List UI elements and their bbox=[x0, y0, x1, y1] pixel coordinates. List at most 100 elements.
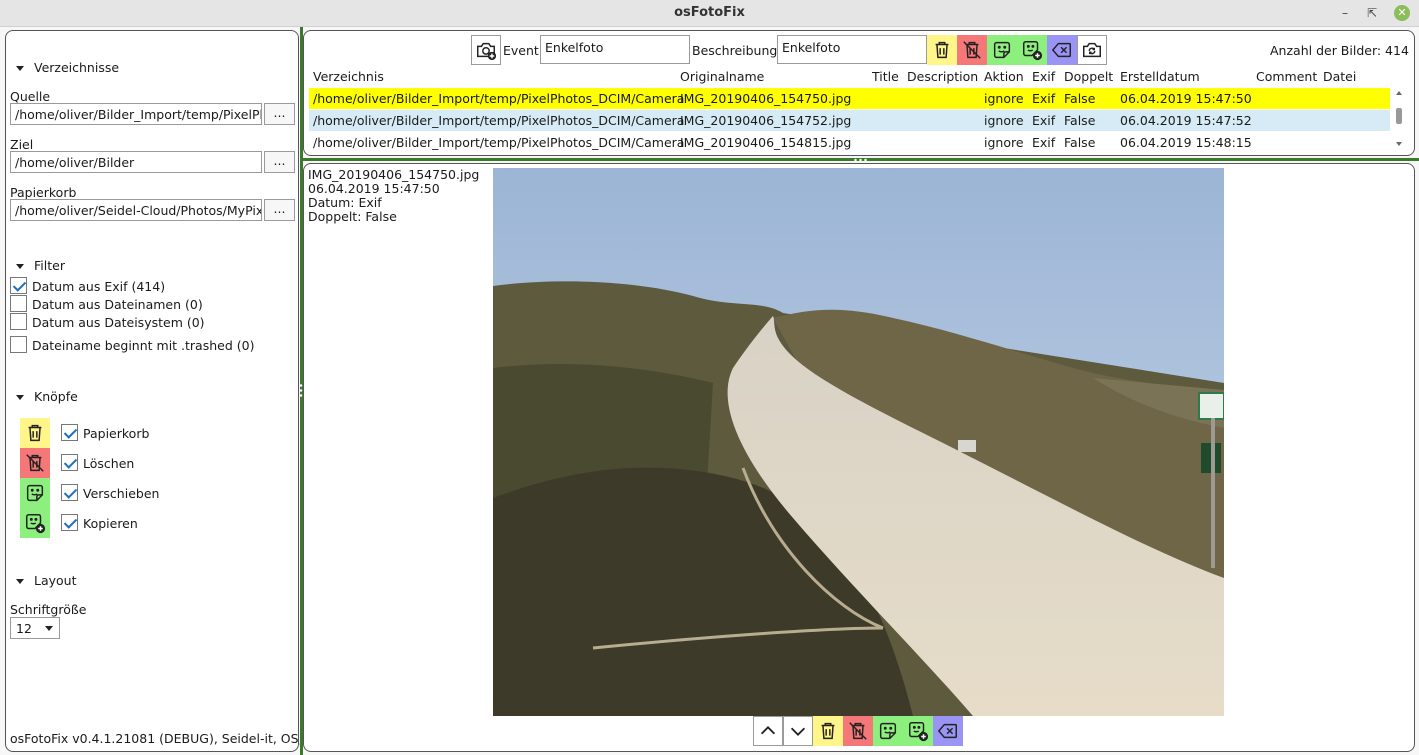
event-label: Event bbox=[503, 43, 539, 58]
filter-heading[interactable]: Filter bbox=[16, 258, 65, 273]
image-count: Anzahl der Bilder: 414 bbox=[1270, 43, 1409, 58]
move-button[interactable] bbox=[873, 716, 903, 746]
filter-filesystem-checkbox[interactable] bbox=[10, 313, 27, 330]
photo-preview bbox=[493, 168, 1224, 716]
copy-button[interactable] bbox=[1017, 35, 1047, 65]
preview-duplicate: Doppelt: False bbox=[308, 209, 397, 224]
cell-date: 06.04.2019 15:47:50 bbox=[1120, 91, 1252, 106]
button-copy-label: Kopieren bbox=[83, 516, 138, 531]
column-header[interactable]: Aktion bbox=[984, 69, 1024, 85]
trash-label: Papierkorb bbox=[10, 185, 77, 200]
cell-directory: /home/oliver/Bilder_Import/temp/PixelPho… bbox=[313, 135, 685, 150]
table-row[interactable]: /home/oliver/Bilder_Import/temp/PixelPho… bbox=[309, 132, 1390, 153]
target-browse-button[interactable]: ... bbox=[264, 151, 295, 173]
buttons-heading[interactable]: Knöpfe bbox=[16, 389, 78, 404]
filter-exif-checkbox[interactable] bbox=[10, 277, 27, 294]
trash-icon bbox=[935, 41, 949, 59]
column-header[interactable]: Doppelt bbox=[1064, 69, 1113, 85]
cell-duplicate: False bbox=[1064, 135, 1096, 150]
filter-exif-label: Datum aus Exif (414) bbox=[32, 279, 166, 294]
cell-directory: /home/oliver/Bilder_Import/temp/PixelPho… bbox=[313, 113, 685, 128]
backspace-icon bbox=[1051, 42, 1071, 58]
cell-exif: Exif bbox=[1032, 91, 1056, 106]
move-button[interactable] bbox=[987, 35, 1017, 65]
cell-duplicate: False bbox=[1064, 113, 1096, 128]
backspace-icon bbox=[937, 723, 957, 739]
table-row[interactable]: /home/oliver/Bilder_Import/temp/PixelPho… bbox=[309, 88, 1390, 109]
column-header[interactable]: Description bbox=[907, 69, 978, 85]
cell-filename: IMG_20190406_154752.jpg bbox=[680, 113, 852, 128]
column-header[interactable]: Datei bbox=[1323, 69, 1356, 85]
refresh-button[interactable] bbox=[1077, 35, 1107, 65]
column-header[interactable]: Exif bbox=[1032, 69, 1055, 85]
delete-icon bbox=[849, 722, 867, 740]
cell-directory: /home/oliver/Bilder_Import/temp/PixelPho… bbox=[313, 91, 685, 106]
preview-filename: IMG_20190406_154750.jpg bbox=[308, 167, 480, 182]
cell-exif: Exif bbox=[1032, 135, 1056, 150]
directories-heading[interactable]: Verzeichnisse bbox=[16, 60, 119, 75]
copy-icon bbox=[909, 722, 929, 742]
cell-action: ignore bbox=[984, 113, 1024, 128]
filter-filename-label: Datum aus Dateinamen (0) bbox=[32, 297, 203, 312]
trash-field[interactable]: /home/oliver/Seidel-Cloud/Photos/MyPixe bbox=[10, 199, 262, 221]
cell-filename: IMG_20190406_154815.jpg bbox=[680, 135, 852, 150]
button-move-checkbox[interactable] bbox=[61, 484, 78, 501]
button-trash-checkbox[interactable] bbox=[61, 424, 78, 441]
description-input[interactable]: Enkelfoto bbox=[777, 35, 927, 64]
close-icon[interactable]: ✕ bbox=[1394, 5, 1410, 21]
scroll-up-icon[interactable] bbox=[1396, 91, 1402, 95]
column-header[interactable]: Title bbox=[872, 69, 899, 85]
table-row[interactable]: /home/oliver/Bilder_Import/temp/PixelPho… bbox=[309, 110, 1390, 131]
column-header[interactable]: Originalname bbox=[680, 69, 764, 85]
trash-icon bbox=[20, 418, 50, 448]
cell-action: ignore bbox=[984, 91, 1024, 106]
scroll-thumb[interactable] bbox=[1396, 108, 1402, 124]
source-browse-button[interactable]: ... bbox=[264, 103, 295, 125]
preview-date-source: Datum: Exif bbox=[308, 195, 382, 210]
button-move-label: Verschieben bbox=[83, 486, 160, 501]
column-header[interactable]: Comment bbox=[1256, 69, 1317, 85]
title-bar: osFotoFix – ⇱ ✕ bbox=[0, 0, 1419, 27]
previous-button[interactable] bbox=[753, 716, 783, 746]
target-field[interactable]: /home/oliver/Bilder bbox=[10, 151, 262, 173]
event-input[interactable]: Enkelfoto bbox=[540, 35, 690, 64]
layout-heading[interactable]: Layout bbox=[16, 573, 77, 588]
trash-button[interactable] bbox=[927, 35, 957, 65]
scroll-down-icon[interactable] bbox=[1396, 142, 1402, 146]
column-header[interactable]: Erstelldatum bbox=[1120, 69, 1200, 85]
fontsize-select[interactable]: 12 bbox=[10, 617, 60, 639]
table-scrollbar[interactable] bbox=[1393, 91, 1405, 153]
cell-action: ignore bbox=[984, 135, 1024, 150]
button-delete-checkbox[interactable] bbox=[61, 454, 78, 471]
delete-button[interactable] bbox=[843, 716, 873, 746]
splitter-handle-h[interactable] bbox=[853, 158, 869, 162]
button-copy-checkbox[interactable] bbox=[61, 514, 78, 531]
trash-icon bbox=[821, 722, 835, 740]
target-label: Ziel bbox=[10, 137, 34, 152]
delete-icon bbox=[20, 448, 50, 478]
cell-date: 06.04.2019 15:47:52 bbox=[1120, 113, 1252, 128]
filter-filename-checkbox[interactable] bbox=[10, 295, 27, 312]
delete-button[interactable] bbox=[957, 35, 987, 65]
move-icon bbox=[993, 41, 1011, 59]
filter-trashed-checkbox[interactable] bbox=[10, 336, 27, 353]
copy-icon bbox=[20, 508, 50, 538]
fontsize-label: Schriftgröße bbox=[10, 602, 87, 617]
trash-button[interactable] bbox=[813, 716, 843, 746]
add-event-button[interactable] bbox=[471, 35, 501, 65]
window-title: osFotoFix bbox=[674, 5, 745, 20]
move-icon bbox=[20, 478, 50, 508]
minimize-icon[interactable]: – bbox=[1337, 5, 1353, 21]
button-trash-label: Papierkorb bbox=[83, 426, 150, 441]
source-label: Quelle bbox=[10, 89, 51, 104]
cell-date: 06.04.2019 15:48:15 bbox=[1120, 135, 1252, 150]
column-header[interactable]: Verzeichnis bbox=[313, 69, 384, 85]
trash-browse-button[interactable]: ... bbox=[264, 199, 295, 221]
clear-button[interactable] bbox=[1047, 35, 1077, 65]
next-button[interactable] bbox=[783, 716, 813, 746]
restore-icon[interactable]: ⇱ bbox=[1364, 5, 1380, 21]
clear-button[interactable] bbox=[933, 716, 963, 746]
copy-button[interactable] bbox=[903, 716, 933, 746]
cell-duplicate: False bbox=[1064, 91, 1096, 106]
source-field[interactable]: /home/oliver/Bilder_Import/temp/PixelPh bbox=[10, 103, 262, 125]
